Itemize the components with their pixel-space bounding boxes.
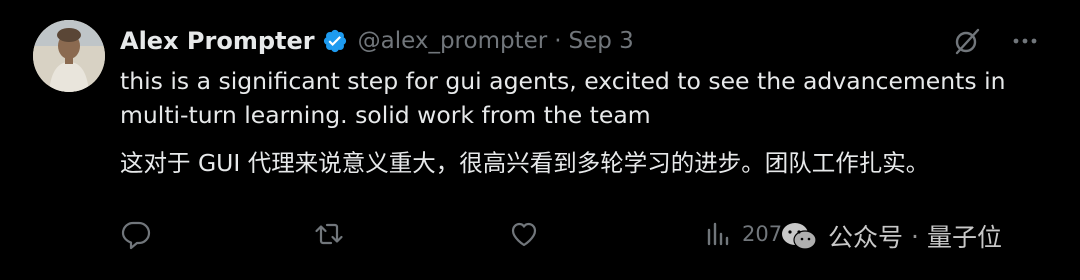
views-count: 207	[742, 222, 783, 246]
views-icon	[707, 222, 729, 246]
like-icon	[511, 222, 537, 247]
reply-icon	[121, 221, 151, 250]
tweet-card: Alex Prompter @alex_prompter · Sep 3 thi	[0, 0, 1080, 280]
avatar[interactable]	[33, 20, 105, 92]
verified-badge-icon	[322, 28, 348, 54]
wechat-logo-icon	[782, 223, 817, 250]
repost-button[interactable]	[313, 216, 345, 252]
tweet-text-english: this is a significant step for gui agent…	[120, 67, 1006, 129]
views-button[interactable]: 207	[702, 216, 782, 252]
watermark-name: 量子位	[926, 223, 1002, 252]
watermark-separator: ·	[911, 221, 919, 251]
watermark: 公众号 · 量子位	[780, 216, 1002, 256]
tweet-top-actions	[952, 24, 1040, 58]
tweet-header: Alex Prompter @alex_prompter · Sep 3	[120, 24, 634, 58]
author-name[interactable]: Alex Prompter	[120, 27, 315, 55]
header-separator: ·	[554, 28, 562, 54]
grok-icon[interactable]	[952, 26, 982, 56]
tweet-date[interactable]: Sep 3	[569, 28, 634, 54]
avatar-photo	[33, 20, 105, 92]
reply-button[interactable]	[120, 216, 152, 252]
repost-icon	[315, 223, 343, 245]
more-icon[interactable]	[1010, 26, 1040, 56]
like-button[interactable]	[508, 216, 540, 252]
tweet-text-chinese: 这对于 GUI 代理来说意义重大，很高兴看到多轮学习的进步。团队工作扎实。	[120, 149, 930, 177]
author-handle[interactable]: @alex_prompter	[358, 28, 548, 54]
watermark-brand: 公众号	[828, 223, 904, 252]
